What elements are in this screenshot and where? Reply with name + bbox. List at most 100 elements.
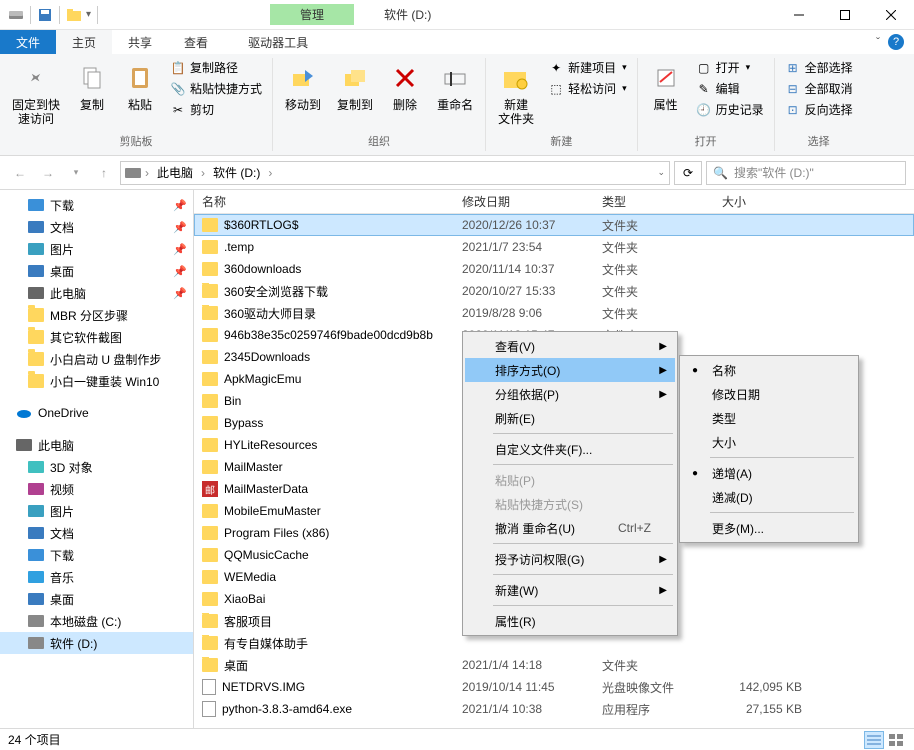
addr-dropdown-icon[interactable]: ⌄ <box>657 167 665 178</box>
move-to-button[interactable]: 移动到 <box>279 58 327 116</box>
sidebar-item[interactable]: 桌面📌 <box>0 260 193 282</box>
qa-dropdown-icon[interactable]: ▾ <box>86 9 91 20</box>
copy-to-button[interactable]: 复制到 <box>331 58 379 116</box>
new-folder-button[interactable]: 新建 文件夹 <box>492 58 540 131</box>
sidebar-item[interactable]: 小白一键重装 Win10 <box>0 370 193 392</box>
easy-access-button[interactable]: ⬚轻松访问▾ <box>544 79 631 98</box>
menu-item[interactable]: 新建(W)▶ <box>465 578 675 602</box>
details-view-button[interactable] <box>864 731 884 749</box>
menu-item[interactable]: 自定义文件夹(F)... <box>465 437 675 461</box>
sidebar-icon <box>28 459 44 475</box>
close-button[interactable] <box>868 0 914 30</box>
file-row[interactable]: 360安全浏览器下载2020/10/27 15:33文件夹 <box>194 280 914 302</box>
col-date[interactable]: 修改日期 <box>462 193 602 210</box>
back-button[interactable]: ← <box>8 161 32 185</box>
sidebar-item[interactable]: MBR 分区步骤 <box>0 304 193 326</box>
menu-item[interactable]: ●递增(A) <box>682 461 856 485</box>
menu-item[interactable]: 授予访问权限(G)▶ <box>465 547 675 571</box>
invert-selection-button[interactable]: ⊡反向选择 <box>781 100 857 119</box>
pin-button[interactable]: 固定到快 速访问 <box>6 58 66 131</box>
forward-button[interactable]: → <box>36 161 60 185</box>
rename-button[interactable]: 重命名 <box>431 58 479 116</box>
recent-dropdown[interactable]: ▾ <box>64 161 88 185</box>
file-row[interactable]: python-3.8.3-amd64.exe2021/1/4 10:38应用程序… <box>194 698 914 720</box>
tab-drive-tools[interactable]: 驱动器工具 <box>232 30 324 54</box>
help-icon[interactable]: ? <box>888 34 904 50</box>
menu-item[interactable]: 分组依据(P)▶ <box>465 382 675 406</box>
file-row[interactable]: 桌面2021/1/4 14:18文件夹 <box>194 654 914 676</box>
history-button[interactable]: 🕘历史记录 <box>692 100 768 119</box>
cut-button[interactable]: ✂剪切 <box>166 100 266 119</box>
save-icon[interactable] <box>37 7 53 23</box>
maximize-button[interactable] <box>822 0 868 30</box>
delete-button[interactable]: 删除 <box>383 58 427 116</box>
menu-item[interactable]: ●名称 <box>682 358 856 382</box>
select-all-button[interactable]: ⊞全部选择 <box>781 58 857 77</box>
sidebar-item[interactable]: 下载 <box>0 544 193 566</box>
col-name[interactable]: 名称 <box>202 193 462 210</box>
file-row[interactable]: .temp2021/1/7 23:54文件夹 <box>194 236 914 258</box>
new-item-icon: ✦ <box>548 60 564 76</box>
tab-view[interactable]: 查看 <box>168 30 224 54</box>
refresh-button[interactable]: ⟳ <box>674 161 702 185</box>
folder-icon <box>202 592 218 606</box>
tab-home[interactable]: 主页 <box>56 30 112 54</box>
edit-button[interactable]: ✎编辑 <box>692 79 768 98</box>
sidebar-item[interactable]: 图片📌 <box>0 238 193 260</box>
ribbon-collapse-icon[interactable]: ˇ <box>876 35 880 49</box>
sidebar-item[interactable]: 小白启动 U 盘制作步 <box>0 348 193 370</box>
sidebar-item[interactable]: 视频 <box>0 478 193 500</box>
address-path[interactable]: › 此电脑 › 软件 (D:) › ⌄ <box>120 161 670 185</box>
file-row[interactable]: NETDRVS.IMG2019/10/14 11:45光盘映像文件142,095… <box>194 676 914 698</box>
file-row[interactable]: 360驱动大师目录2019/8/28 9:06文件夹 <box>194 302 914 324</box>
sidebar-item[interactable]: OneDrive <box>0 402 193 424</box>
sidebar-item[interactable]: 此电脑📌 <box>0 282 193 304</box>
minimize-button[interactable] <box>776 0 822 30</box>
sidebar-item[interactable]: 桌面 <box>0 588 193 610</box>
menu-item[interactable]: 撤消 重命名(U)Ctrl+Z <box>465 516 675 540</box>
menu-item[interactable]: 属性(R) <box>465 609 675 633</box>
copy-button[interactable]: 复制 <box>70 58 114 116</box>
copy-path-button[interactable]: 📋复制路径 <box>166 58 266 77</box>
sidebar-item[interactable]: 本地磁盘 (C:) <box>0 610 193 632</box>
menu-item[interactable]: 排序方式(O)▶ <box>465 358 675 382</box>
thumbnails-view-button[interactable] <box>886 731 906 749</box>
tab-share[interactable]: 共享 <box>112 30 168 54</box>
file-row[interactable]: 360downloads2020/11/14 10:37文件夹 <box>194 258 914 280</box>
sidebar-item[interactable]: 其它软件截图 <box>0 326 193 348</box>
menu-item[interactable]: 更多(M)... <box>682 516 856 540</box>
sidebar-item[interactable]: 软件 (D:) <box>0 632 193 654</box>
paste-shortcut-button[interactable]: 📎粘贴快捷方式 <box>166 79 266 98</box>
menu-item[interactable]: 修改日期 <box>682 382 856 406</box>
breadcrumb-root[interactable]: 此电脑 <box>153 164 197 181</box>
sidebar-item[interactable]: 文档📌 <box>0 216 193 238</box>
menu-item[interactable]: 类型 <box>682 406 856 430</box>
col-type[interactable]: 类型 <box>602 193 722 210</box>
sidebar-icon <box>28 285 44 301</box>
drive-icon <box>125 167 141 179</box>
folder-qa-icon[interactable] <box>66 7 82 23</box>
menu-item[interactable]: 大小 <box>682 430 856 454</box>
sidebar-icon <box>28 613 44 629</box>
sidebar-item[interactable]: 音乐 <box>0 566 193 588</box>
menu-item[interactable]: 刷新(E) <box>465 406 675 430</box>
breadcrumb-drive[interactable]: 软件 (D:) <box>209 164 264 181</box>
sidebar-item[interactable]: 下载📌 <box>0 194 193 216</box>
paste-button[interactable]: 粘贴 <box>118 58 162 116</box>
up-button[interactable]: ↑ <box>92 161 116 185</box>
search-input[interactable]: 🔍 搜索"软件 (D:)" <box>706 161 906 185</box>
properties-button[interactable]: 属性 <box>644 58 688 116</box>
menu-item[interactable]: 查看(V)▶ <box>465 334 675 358</box>
file-row[interactable]: $360RTLOG$2020/12/26 10:37文件夹 <box>194 214 914 236</box>
menu-item[interactable]: 递减(D) <box>682 485 856 509</box>
sidebar-item[interactable]: 此电脑 <box>0 434 193 456</box>
sidebar-item[interactable]: 3D 对象 <box>0 456 193 478</box>
tab-file[interactable]: 文件 <box>0 30 56 54</box>
sidebar-item[interactable]: 文档 <box>0 522 193 544</box>
col-size[interactable]: 大小 <box>722 193 822 210</box>
new-item-button[interactable]: ✦新建项目▾ <box>544 58 631 77</box>
open-button[interactable]: ▢打开▾ <box>692 58 768 77</box>
select-none-button[interactable]: ⊟全部取消 <box>781 79 857 98</box>
sidebar-icon <box>28 503 44 519</box>
sidebar-item[interactable]: 图片 <box>0 500 193 522</box>
